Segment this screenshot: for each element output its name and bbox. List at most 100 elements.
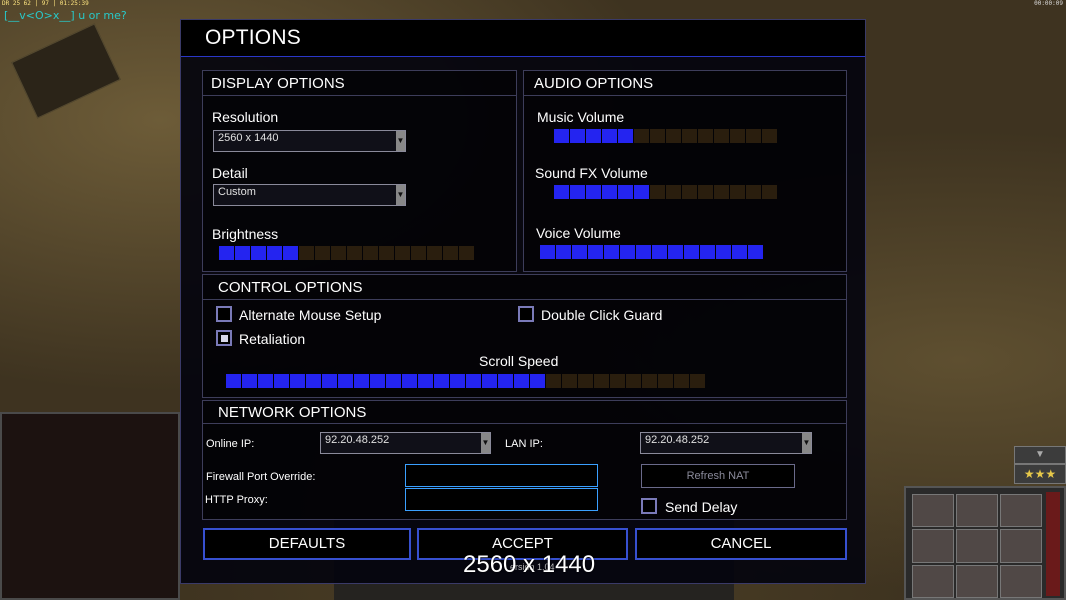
slider-segment-filled[interactable]: [242, 374, 257, 388]
slider-segment-filled[interactable]: [586, 129, 601, 143]
slider-segment-filled[interactable]: [530, 374, 545, 388]
slider-segment-empty[interactable]: [650, 185, 665, 199]
slider-segment-empty[interactable]: [427, 246, 442, 260]
brightness-slider[interactable]: [219, 246, 474, 260]
slider-segment-empty[interactable]: [682, 185, 697, 199]
slider-segment-empty[interactable]: [642, 374, 657, 388]
slider-segment-filled[interactable]: [540, 245, 555, 259]
slider-segment-filled[interactable]: [258, 374, 273, 388]
slider-segment-empty[interactable]: [762, 185, 777, 199]
slider-segment-empty[interactable]: [674, 374, 689, 388]
slider-segment-filled[interactable]: [386, 374, 401, 388]
slider-segment-filled[interactable]: [602, 129, 617, 143]
command-slot[interactable]: [956, 494, 998, 528]
slider-segment-filled[interactable]: [554, 185, 569, 199]
slider-segment-empty[interactable]: [650, 129, 665, 143]
firewall-port-input[interactable]: [405, 464, 598, 487]
retaliation-checkbox[interactable]: [216, 330, 232, 346]
slider-segment-filled[interactable]: [716, 245, 731, 259]
slider-segment-empty[interactable]: [610, 374, 625, 388]
slider-segment-empty[interactable]: [666, 129, 681, 143]
slider-segment-filled[interactable]: [370, 374, 385, 388]
slider-segment-empty[interactable]: [714, 185, 729, 199]
slider-segment-empty[interactable]: [315, 246, 330, 260]
slider-segment-filled[interactable]: [219, 246, 234, 260]
slider-segment-empty[interactable]: [459, 246, 474, 260]
slider-segment-empty[interactable]: [730, 185, 745, 199]
slider-segment-empty[interactable]: [762, 129, 777, 143]
slider-segment-empty[interactable]: [363, 246, 378, 260]
slider-segment-filled[interactable]: [322, 374, 337, 388]
slider-segment-empty[interactable]: [730, 129, 745, 143]
resolution-select[interactable]: 2560 x 1440 ▼: [213, 130, 406, 152]
slider-segment-filled[interactable]: [652, 245, 667, 259]
slider-segment-filled[interactable]: [251, 246, 266, 260]
slider-segment-filled[interactable]: [572, 245, 587, 259]
slider-segment-filled[interactable]: [274, 374, 289, 388]
slider-segment-filled[interactable]: [636, 245, 651, 259]
slider-segment-filled[interactable]: [514, 374, 529, 388]
alternate-mouse-checkbox[interactable]: [216, 306, 232, 322]
slider-segment-empty[interactable]: [666, 185, 681, 199]
command-slot[interactable]: [912, 529, 954, 563]
send-delay-checkbox[interactable]: [641, 498, 657, 514]
slider-segment-empty[interactable]: [578, 374, 593, 388]
slider-segment-empty[interactable]: [698, 185, 713, 199]
slider-segment-empty[interactable]: [562, 374, 577, 388]
slider-segment-empty[interactable]: [658, 374, 673, 388]
command-slot[interactable]: [912, 494, 954, 528]
sound-fx-volume-slider[interactable]: [554, 185, 777, 199]
slider-segment-filled[interactable]: [290, 374, 305, 388]
online-ip-select[interactable]: 92.20.48.252 ▼: [320, 432, 491, 454]
command-slot[interactable]: [956, 564, 998, 598]
slider-segment-filled[interactable]: [554, 129, 569, 143]
slider-segment-empty[interactable]: [331, 246, 346, 260]
slider-segment-empty[interactable]: [411, 246, 426, 260]
slider-segment-filled[interactable]: [434, 374, 449, 388]
http-proxy-input[interactable]: [405, 488, 598, 511]
slider-segment-filled[interactable]: [466, 374, 481, 388]
slider-segment-filled[interactable]: [283, 246, 298, 260]
command-slot[interactable]: [1000, 494, 1042, 528]
slider-segment-filled[interactable]: [482, 374, 497, 388]
refresh-nat-button[interactable]: Refresh NAT: [641, 464, 795, 488]
slider-segment-empty[interactable]: [347, 246, 362, 260]
slider-segment-filled[interactable]: [267, 246, 282, 260]
minimap[interactable]: [0, 412, 180, 600]
slider-segment-filled[interactable]: [306, 374, 321, 388]
slider-segment-empty[interactable]: [714, 129, 729, 143]
slider-segment-empty[interactable]: [634, 129, 649, 143]
slider-segment-filled[interactable]: [586, 185, 601, 199]
collapse-arrow-button[interactable]: ▼: [1014, 446, 1066, 464]
slider-segment-filled[interactable]: [338, 374, 353, 388]
slider-segment-filled[interactable]: [602, 185, 617, 199]
slider-segment-filled[interactable]: [226, 374, 241, 388]
slider-segment-empty[interactable]: [746, 129, 761, 143]
slider-segment-empty[interactable]: [546, 374, 561, 388]
slider-segment-filled[interactable]: [556, 245, 571, 259]
detail-select[interactable]: Custom ▼: [213, 184, 406, 206]
slider-segment-filled[interactable]: [402, 374, 417, 388]
defaults-button[interactable]: DEFAULTS: [203, 528, 411, 560]
command-slot[interactable]: [1000, 564, 1042, 598]
voice-volume-slider[interactable]: [540, 245, 763, 259]
slider-segment-filled[interactable]: [235, 246, 250, 260]
slider-segment-filled[interactable]: [684, 245, 699, 259]
slider-segment-filled[interactable]: [604, 245, 619, 259]
slider-segment-empty[interactable]: [594, 374, 609, 388]
slider-segment-empty[interactable]: [682, 129, 697, 143]
command-slot[interactable]: [1000, 529, 1042, 563]
slider-segment-filled[interactable]: [668, 245, 683, 259]
cancel-button[interactable]: CANCEL: [635, 528, 847, 560]
slider-segment-empty[interactable]: [626, 374, 641, 388]
slider-segment-empty[interactable]: [299, 246, 314, 260]
slider-segment-filled[interactable]: [354, 374, 369, 388]
slider-segment-filled[interactable]: [450, 374, 465, 388]
slider-segment-empty[interactable]: [690, 374, 705, 388]
slider-segment-empty[interactable]: [746, 185, 761, 199]
music-volume-slider[interactable]: [554, 129, 777, 143]
slider-segment-empty[interactable]: [698, 129, 713, 143]
slider-segment-filled[interactable]: [618, 185, 633, 199]
slider-segment-filled[interactable]: [634, 185, 649, 199]
slider-segment-filled[interactable]: [498, 374, 513, 388]
